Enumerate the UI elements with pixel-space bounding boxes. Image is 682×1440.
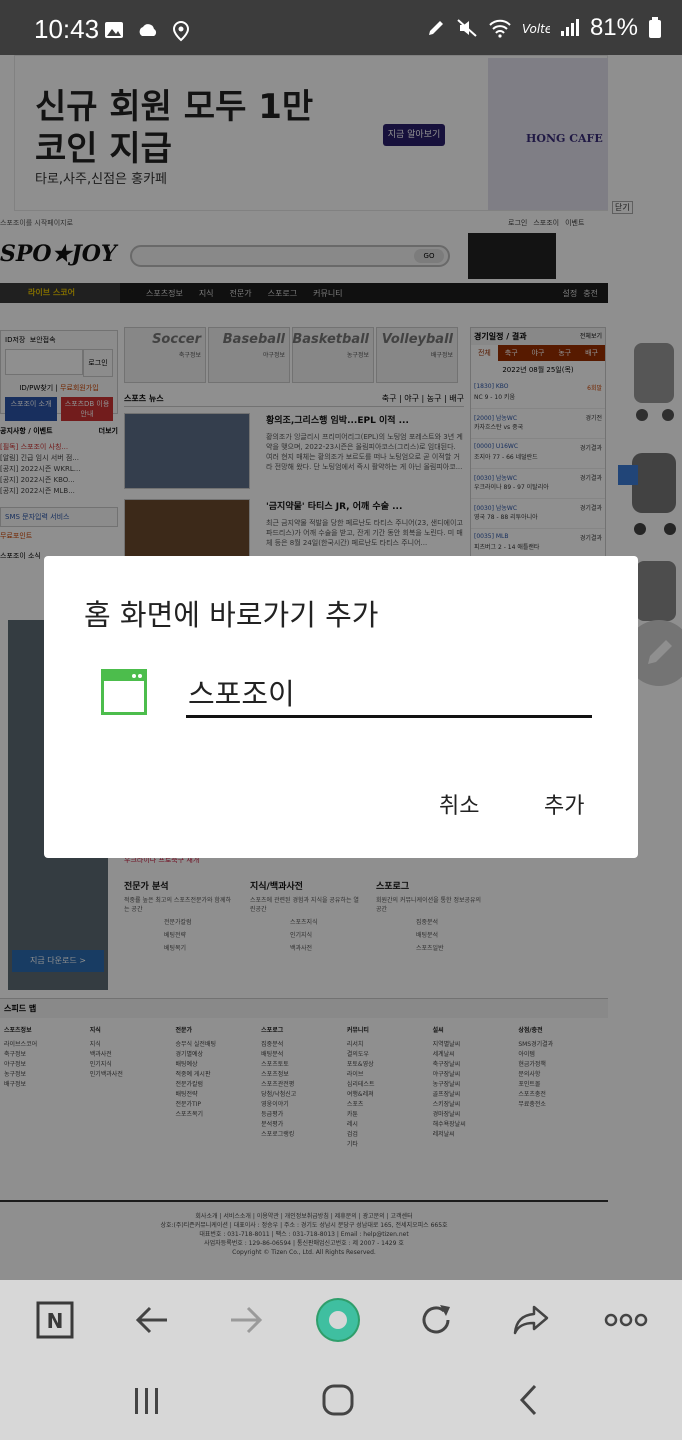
status-right-icons: Volte 81% bbox=[426, 14, 662, 42]
dialog-title: 홈 화면에 바로가기 추가 bbox=[84, 598, 379, 632]
cancel-button[interactable]: 취소 bbox=[439, 788, 479, 820]
status-left-icons bbox=[104, 20, 190, 42]
share-button[interactable] bbox=[507, 1296, 555, 1344]
back-nav-button[interactable] bbox=[504, 1378, 554, 1422]
volte-icon: Volte bbox=[522, 22, 550, 36]
home-circle-icon bbox=[322, 1384, 354, 1416]
browser-toolbar: N bbox=[0, 1280, 682, 1360]
forward-button[interactable] bbox=[222, 1296, 270, 1344]
battery-icon bbox=[649, 17, 661, 38]
wifi-icon bbox=[489, 19, 511, 38]
refresh-icon bbox=[422, 1305, 450, 1334]
back-arrow-icon bbox=[135, 1306, 167, 1334]
system-nav-bar bbox=[0, 1360, 682, 1440]
status-time: 10:43 bbox=[34, 14, 100, 44]
image-icon bbox=[105, 22, 123, 38]
tabs-n-icon: N bbox=[36, 1301, 74, 1339]
shortcut-name-input[interactable] bbox=[186, 668, 592, 718]
add-shortcut-dialog: 홈 화면에 바로가기 추가 취소 추가 bbox=[44, 556, 638, 858]
home-nav-button[interactable] bbox=[313, 1378, 363, 1422]
refresh-button[interactable] bbox=[412, 1296, 460, 1344]
web-app-icon bbox=[101, 669, 147, 715]
battery-percent: 81% bbox=[589, 14, 638, 41]
recent-apps-button[interactable] bbox=[122, 1378, 172, 1422]
home-icon bbox=[316, 1298, 360, 1342]
share-icon bbox=[513, 1305, 549, 1335]
forward-arrow-icon bbox=[231, 1306, 263, 1334]
tab-letter: N bbox=[47, 1309, 64, 1333]
pen-icon bbox=[428, 21, 443, 35]
status-bar: 10:43 Volte 81% bbox=[0, 0, 682, 62]
more-icon bbox=[604, 1313, 648, 1327]
tabs-button[interactable]: N bbox=[31, 1296, 79, 1344]
more-button[interactable] bbox=[602, 1296, 650, 1344]
mute-icon bbox=[457, 19, 477, 37]
signal-icon bbox=[560, 19, 579, 36]
home-button[interactable] bbox=[314, 1296, 362, 1344]
back-button[interactable] bbox=[128, 1296, 176, 1344]
add-button[interactable]: 추가 bbox=[544, 788, 584, 820]
back-chevron-icon bbox=[519, 1384, 537, 1416]
cloud-icon bbox=[139, 24, 157, 36]
location-icon bbox=[172, 20, 190, 42]
recent-apps-icon bbox=[135, 1388, 158, 1414]
svg-text:Volte: Volte bbox=[522, 22, 550, 36]
